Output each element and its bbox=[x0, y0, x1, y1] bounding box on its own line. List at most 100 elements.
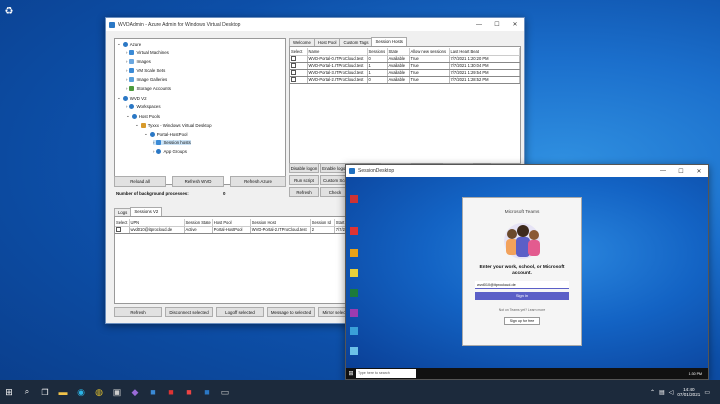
tree-item-images[interactable]: › Images bbox=[126, 59, 151, 64]
vm-icon bbox=[129, 50, 135, 55]
col-session-host[interactable]: Session Host bbox=[250, 219, 311, 227]
gallery-icon bbox=[129, 77, 135, 82]
col-sessions[interactable]: Sessions bbox=[367, 48, 388, 56]
inner-search-box[interactable]: Type here to search bbox=[356, 369, 416, 378]
refresh-hosts-button[interactable]: Refresh bbox=[289, 187, 319, 197]
tab-sessions-v2[interactable]: Sessions V2 bbox=[130, 207, 163, 216]
desktop-icon[interactable] bbox=[350, 269, 358, 277]
table-row[interactable]: WVD-Portal-2.ITProCloud.test 0 Available… bbox=[290, 76, 520, 84]
tree-item-galleries[interactable]: › Image Galleries bbox=[126, 77, 167, 82]
desktop-icon[interactable] bbox=[350, 327, 358, 335]
session-hosts-panel: Select Name Sessions State Allow new ses… bbox=[289, 46, 521, 164]
start-icon[interactable]: ⊞ bbox=[0, 380, 18, 404]
network-icon[interactable]: ▤ bbox=[659, 389, 665, 396]
desktop-icon[interactable] bbox=[350, 195, 358, 203]
volume-icon[interactable]: ◁ bbox=[669, 389, 674, 396]
tab-custom-tags[interactable]: Custom Tags bbox=[339, 38, 373, 46]
row-checkbox[interactable] bbox=[291, 77, 296, 82]
table-row[interactable]: WVD-Portal-1.ITProCloud.test 1 Available… bbox=[290, 62, 520, 70]
app-icon[interactable]: ■ bbox=[180, 380, 198, 404]
minimize-button[interactable]: — bbox=[654, 165, 672, 177]
disconnect-button[interactable]: Disconnect selected bbox=[165, 307, 213, 317]
close-button[interactable]: ✕ bbox=[506, 18, 524, 31]
tab-host-pool[interactable]: Host Pool bbox=[313, 38, 341, 46]
tray-chevron-icon[interactable]: ⌃ bbox=[650, 389, 655, 396]
clock[interactable]: 14:40 07/01/2021 bbox=[677, 387, 700, 398]
signin-button[interactable]: Sign in bbox=[475, 292, 569, 301]
table-row[interactable]: wvd010@itprocloud.de Active Portal-HostP… bbox=[115, 226, 358, 234]
logoff-button[interactable]: Logoff selected bbox=[216, 307, 264, 317]
run-script-button[interactable]: Run script bbox=[289, 175, 319, 185]
maximize-button[interactable]: ☐ bbox=[488, 18, 506, 31]
tree-item-portal-hostpool[interactable]: ⌄ Portal-HostPool bbox=[144, 131, 187, 137]
table-row[interactable]: WVD-Portal-3.ITProCloud.test 1 Available… bbox=[290, 69, 520, 77]
tab-logs[interactable]: Logs bbox=[114, 208, 132, 216]
col-select[interactable]: Select bbox=[115, 219, 130, 227]
col-session-state[interactable]: Session State bbox=[184, 219, 213, 227]
app-icon[interactable]: ■ bbox=[144, 380, 162, 404]
tree-item-workspaces[interactable]: › Workspaces bbox=[126, 104, 161, 109]
visual-studio-icon[interactable]: ◆ bbox=[126, 380, 144, 404]
file-explorer-icon[interactable]: ▬ bbox=[54, 380, 72, 404]
row-checkbox[interactable] bbox=[291, 63, 296, 68]
email-field[interactable]: wvd010@itprocloud.de bbox=[475, 281, 569, 290]
tree-item-vms[interactable]: › Virtual Machines bbox=[126, 50, 169, 55]
inner-start-icon[interactable]: ⊞ bbox=[346, 370, 356, 377]
minimize-button[interactable]: — bbox=[470, 18, 488, 31]
desktop-icon[interactable] bbox=[350, 289, 358, 297]
col-name[interactable]: Name bbox=[307, 48, 368, 56]
message-button[interactable]: Message to selected bbox=[267, 307, 315, 317]
app-icon[interactable]: ■ bbox=[162, 380, 180, 404]
reload-all-button[interactable]: Reload all bbox=[114, 176, 166, 187]
col-upn[interactable]: UPN bbox=[129, 219, 185, 227]
clock-date: 07/01/2021 bbox=[677, 392, 701, 397]
col-allow[interactable]: Allow new sessions bbox=[409, 48, 450, 56]
tab-session-hosts[interactable]: Session Hosts bbox=[371, 37, 407, 46]
not-on-teams-link[interactable]: Not on Teams yet? Learn more bbox=[463, 308, 581, 312]
signup-button[interactable]: Sign up for free bbox=[504, 317, 540, 326]
col-host-pool[interactable]: Host Pool bbox=[212, 219, 251, 227]
refresh-sessions-button[interactable]: Refresh bbox=[114, 307, 162, 317]
resource-tree[interactable]: ⌄ Azure › Virtual Machines › Images › VM Sca… bbox=[114, 38, 286, 185]
table-row[interactable]: WVD-Portal-0.ITProCloud.test 0 Available… bbox=[290, 55, 520, 63]
azure-icon bbox=[122, 41, 128, 47]
session-titlebar[interactable]: SessionDesktop — ☐ ✕ bbox=[346, 165, 708, 177]
desktop-icon[interactable] bbox=[350, 249, 358, 257]
tree-item-hostpools[interactable]: ⌄ Host Pools bbox=[126, 113, 160, 119]
desktop-icon[interactable] bbox=[350, 309, 358, 317]
tree-item-app-groups[interactable]: › App Groups bbox=[153, 149, 187, 154]
chrome-icon[interactable]: ◍ bbox=[90, 380, 108, 404]
refresh-azure-button[interactable]: Refresh Azure bbox=[230, 176, 286, 187]
disable-logon-button[interactable]: Disable logon bbox=[289, 163, 319, 173]
refresh-wvd-button[interactable]: Refresh WVD bbox=[172, 176, 224, 187]
search-icon[interactable]: ⌕ bbox=[18, 380, 36, 404]
wvdadmin-titlebar[interactable]: WVDAdmin - Azure Admin for Windows Virtu… bbox=[106, 18, 524, 31]
row-checkbox[interactable] bbox=[291, 70, 296, 75]
desktop-icon[interactable] bbox=[350, 347, 358, 355]
tab-welcome[interactable]: Welcome bbox=[289, 38, 315, 46]
maximize-button[interactable]: ☐ bbox=[672, 165, 690, 177]
notification-icon[interactable]: ▭ bbox=[704, 389, 710, 396]
edge-icon[interactable]: ◉ bbox=[72, 380, 90, 404]
close-button[interactable]: ✕ bbox=[690, 165, 708, 177]
terminal-icon[interactable]: ▣ bbox=[108, 380, 126, 404]
app-icon[interactable]: ■ bbox=[198, 380, 216, 404]
row-checkbox[interactable] bbox=[116, 227, 121, 232]
col-beat[interactable]: Last Heart Beat bbox=[449, 48, 520, 56]
task-view-icon[interactable]: ❐ bbox=[36, 380, 54, 404]
app-icon[interactable]: ▭ bbox=[216, 380, 234, 404]
col-select[interactable]: Select bbox=[290, 48, 308, 56]
col-state[interactable]: State bbox=[387, 48, 410, 56]
sessions-table: Select UPN Session State Host Pool Sessi… bbox=[115, 219, 358, 234]
row-checkbox[interactable] bbox=[291, 56, 296, 61]
col-session-id[interactable]: Session Id bbox=[310, 219, 335, 227]
tree-item-tenant[interactable]: ⌄ Tyxxx - Windows Virtual Desktop bbox=[135, 122, 212, 128]
tree-item-session-hosts[interactable]: › Session hosts bbox=[153, 140, 191, 145]
tree-item-wvdv2[interactable]: ⌄ WVD V2 bbox=[117, 95, 147, 101]
recycle-bin-icon[interactable]: ♻ bbox=[2, 4, 16, 18]
desktop-icon[interactable] bbox=[350, 227, 358, 235]
tree-item-azure[interactable]: ⌄ Azure bbox=[117, 41, 141, 47]
tree-item-vmss[interactable]: › VM Scale Sets bbox=[126, 68, 165, 73]
remote-desktop[interactable]: Microsoft Teams Enter your work, school,… bbox=[346, 177, 708, 368]
tree-item-storage[interactable]: › Storage Accounts bbox=[126, 86, 171, 91]
